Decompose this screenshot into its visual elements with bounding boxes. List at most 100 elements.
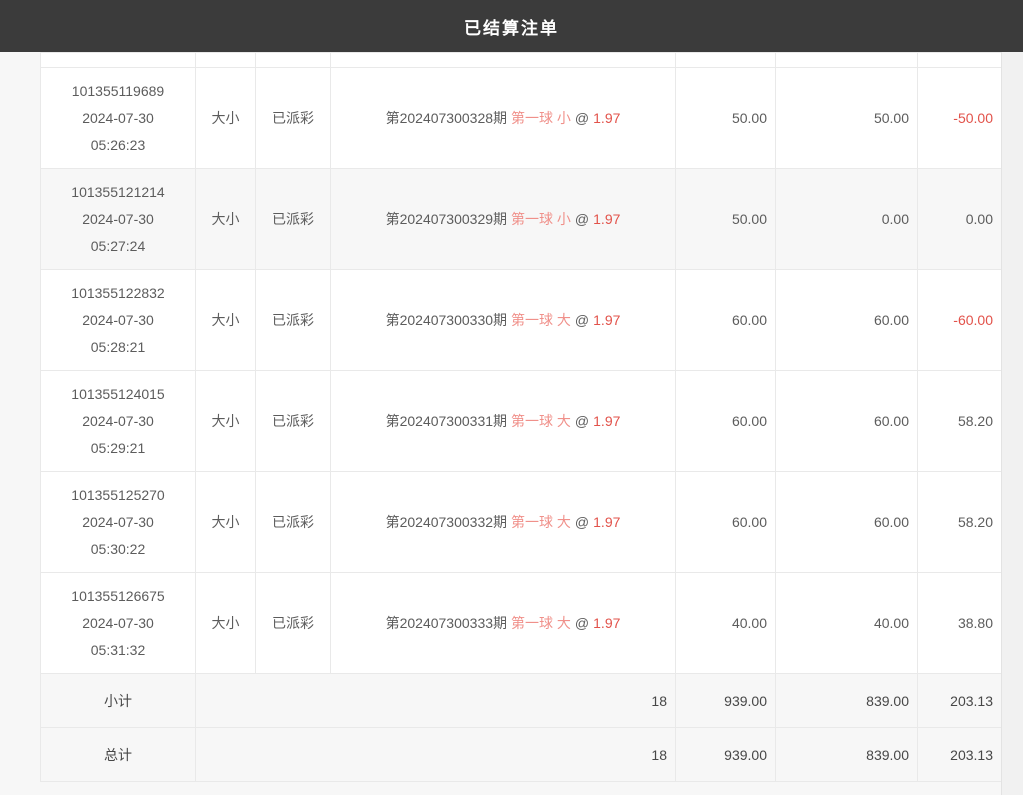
- bet-detail: 第202407300330期第一球 大@1.97: [331, 270, 676, 371]
- at-symbol: @: [575, 514, 589, 530]
- empty-cell: [331, 53, 676, 68]
- status: 已派彩: [256, 573, 331, 674]
- order-date: 2024-07-30: [41, 408, 195, 435]
- bet-detail: 第202407300328期第一球 小@1.97: [331, 68, 676, 169]
- status: 已派彩: [256, 68, 331, 169]
- order-id: 101355125270: [41, 482, 195, 509]
- bet-pick: 第一球 大: [511, 413, 571, 429]
- bet-amount: 60.00: [676, 472, 776, 573]
- total-count: 18: [196, 728, 676, 782]
- subtotal-label: 小计: [41, 674, 196, 728]
- scrollbar-track[interactable]: [1001, 52, 1023, 795]
- at-symbol: @: [575, 615, 589, 631]
- win-loss: 58.20: [918, 472, 1002, 573]
- empty-cell: [196, 53, 256, 68]
- bet-amount: 50.00: [676, 169, 776, 270]
- bet-detail: 第202407300331期第一球 大@1.97: [331, 371, 676, 472]
- valid-amount: 40.00: [776, 573, 918, 674]
- total-row: 总计 18 939.00 839.00 203.13: [41, 728, 1002, 782]
- bet-pick: 第一球 小: [511, 110, 571, 126]
- order-cell: 101355126675 2024-07-30 05:31:32: [41, 573, 196, 674]
- empty-cell: [41, 53, 196, 68]
- bet-detail: 第202407300332期第一球 大@1.97: [331, 472, 676, 573]
- order-date: 2024-07-30: [41, 105, 195, 132]
- order-id: 101355119689: [41, 78, 195, 105]
- status: 已派彩: [256, 472, 331, 573]
- win-loss: 38.80: [918, 573, 1002, 674]
- play-type: 大小: [196, 472, 256, 573]
- page-title: 已结算注单: [464, 14, 559, 39]
- total-result: 203.13: [918, 728, 1002, 782]
- empty-cell: [918, 53, 1002, 68]
- period: 第202407300331期: [386, 413, 507, 429]
- at-symbol: @: [575, 312, 589, 328]
- period: 第202407300328期: [386, 110, 507, 126]
- empty-cell: [776, 53, 918, 68]
- order-date: 2024-07-30: [41, 206, 195, 233]
- empty-cell: [676, 53, 776, 68]
- bet-pick: 第一球 小: [511, 211, 571, 227]
- total-valid: 839.00: [776, 728, 918, 782]
- bet-detail: 第202407300333期第一球 大@1.97: [331, 573, 676, 674]
- table-row: 101355119689 2024-07-30 05:26:23 大小 已派彩 …: [41, 68, 1002, 169]
- odds: 1.97: [593, 211, 620, 227]
- period: 第202407300332期: [386, 514, 507, 530]
- title-bar: 已结算注单: [0, 0, 1023, 52]
- order-cell: 101355119689 2024-07-30 05:26:23: [41, 68, 196, 169]
- play-type: 大小: [196, 270, 256, 371]
- at-symbol: @: [575, 110, 589, 126]
- bet-amount: 60.00: [676, 270, 776, 371]
- order-time: 05:29:21: [41, 435, 195, 462]
- order-id: 101355121214: [41, 179, 195, 206]
- play-type: 大小: [196, 169, 256, 270]
- odds: 1.97: [593, 312, 620, 328]
- order-time: 05:30:22: [41, 536, 195, 563]
- win-loss: -60.00: [918, 270, 1002, 371]
- win-loss: 58.20: [918, 371, 1002, 472]
- order-cell: 101355125270 2024-07-30 05:30:22: [41, 472, 196, 573]
- odds: 1.97: [593, 615, 620, 631]
- order-time: 05:27:24: [41, 233, 195, 260]
- bet-amount: 40.00: [676, 573, 776, 674]
- settled-bets-table: 101355119689 2024-07-30 05:26:23 大小 已派彩 …: [40, 52, 1002, 782]
- order-cell: 101355124015 2024-07-30 05:29:21: [41, 371, 196, 472]
- valid-amount: 60.00: [776, 371, 918, 472]
- status: 已派彩: [256, 169, 331, 270]
- at-symbol: @: [575, 211, 589, 227]
- valid-amount: 60.00: [776, 270, 918, 371]
- bet-pick: 第一球 大: [511, 312, 571, 328]
- table-row: 101355124015 2024-07-30 05:29:21 大小 已派彩 …: [41, 371, 1002, 472]
- order-time: 05:31:32: [41, 637, 195, 664]
- order-id: 101355126675: [41, 583, 195, 610]
- order-cell: 101355121214 2024-07-30 05:27:24: [41, 169, 196, 270]
- order-time: 05:28:21: [41, 334, 195, 361]
- order-id: 101355122832: [41, 280, 195, 307]
- status: 已派彩: [256, 371, 331, 472]
- period: 第202407300333期: [386, 615, 507, 631]
- table-row: 101355121214 2024-07-30 05:27:24 大小 已派彩 …: [41, 169, 1002, 270]
- subtotal-count: 18: [196, 674, 676, 728]
- period: 第202407300329期: [386, 211, 507, 227]
- play-type: 大小: [196, 371, 256, 472]
- order-date: 2024-07-30: [41, 610, 195, 637]
- table-row: 101355122832 2024-07-30 05:28:21 大小 已派彩 …: [41, 270, 1002, 371]
- total-amount: 939.00: [676, 728, 776, 782]
- table-row: 101355126675 2024-07-30 05:31:32 大小 已派彩 …: [41, 573, 1002, 674]
- period: 第202407300330期: [386, 312, 507, 328]
- empty-cell: [256, 53, 331, 68]
- win-loss: 0.00: [918, 169, 1002, 270]
- order-date: 2024-07-30: [41, 509, 195, 536]
- order-date: 2024-07-30: [41, 307, 195, 334]
- total-label: 总计: [41, 728, 196, 782]
- odds: 1.97: [593, 413, 620, 429]
- at-symbol: @: [575, 413, 589, 429]
- table-row: 101355125270 2024-07-30 05:30:22 大小 已派彩 …: [41, 472, 1002, 573]
- play-type: 大小: [196, 68, 256, 169]
- odds: 1.97: [593, 110, 620, 126]
- valid-amount: 60.00: [776, 472, 918, 573]
- odds: 1.97: [593, 514, 620, 530]
- bet-amount: 60.00: [676, 371, 776, 472]
- subtotal-result: 203.13: [918, 674, 1002, 728]
- bet-amount: 50.00: [676, 68, 776, 169]
- play-type: 大小: [196, 573, 256, 674]
